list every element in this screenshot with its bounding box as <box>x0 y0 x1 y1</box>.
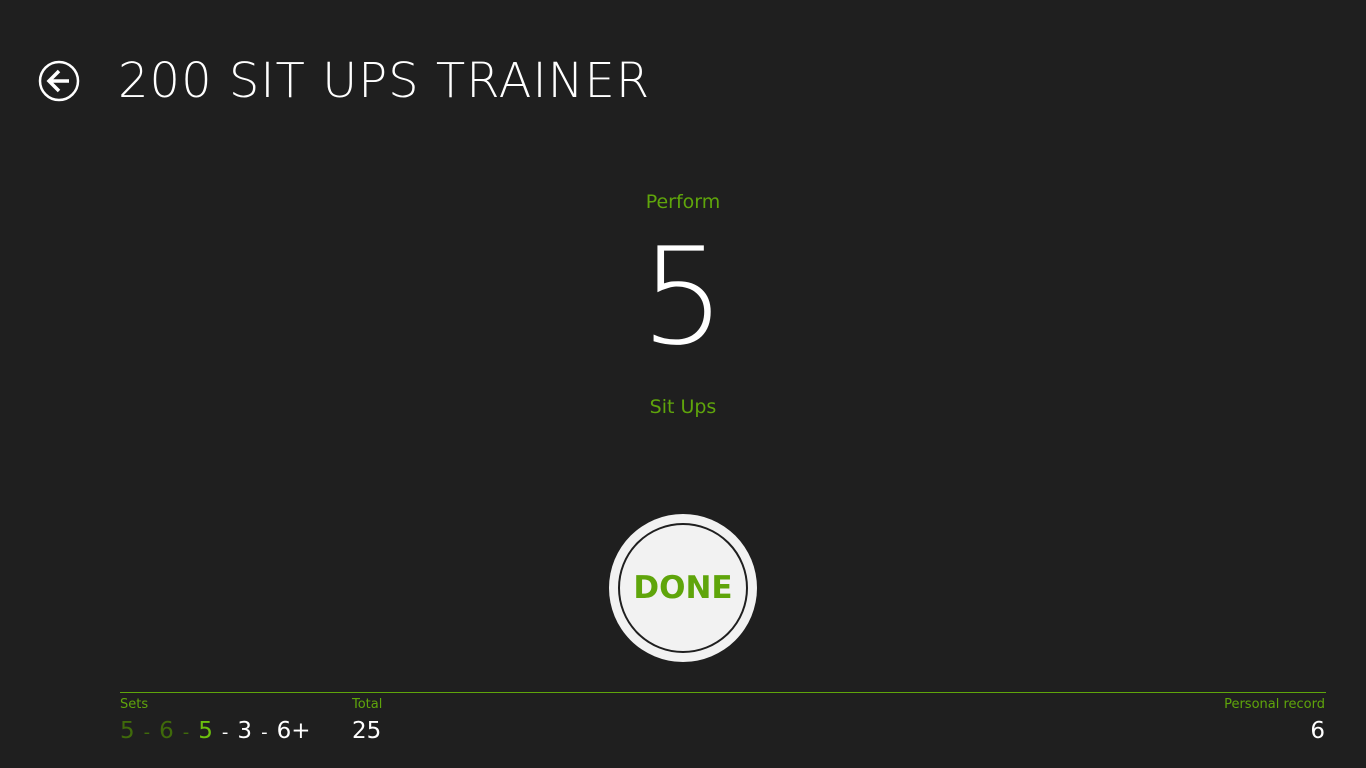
personal-record-value: 6 <box>1310 718 1325 744</box>
set-item-done: 5 <box>120 718 135 744</box>
total-label: Total <box>352 697 383 712</box>
done-button-label: DONE <box>633 570 733 606</box>
exercise-unit-label: Sit Ups <box>649 396 717 418</box>
set-separator: - <box>143 722 151 743</box>
sets-label: Sets <box>120 697 149 712</box>
trainer-page: 200 SIT UPS TRAINER Perform 5 Sit Ups DO… <box>0 0 1366 768</box>
footer-divider <box>120 692 1326 693</box>
sets-sequence: 5-6-5-3-6+ <box>120 715 310 749</box>
perform-label: Perform <box>645 191 721 213</box>
set-item-upcoming: 6+ <box>276 718 311 744</box>
personal-record-label: Personal record <box>1224 697 1325 712</box>
total-value: 25 <box>352 718 382 744</box>
set-separator: - <box>261 722 268 743</box>
back-arrow-icon <box>38 60 80 102</box>
reps-count: 5 <box>640 219 726 375</box>
set-separator: - <box>182 722 190 743</box>
page-title: 200 SIT UPS TRAINER <box>118 53 651 109</box>
back-button[interactable] <box>38 60 80 102</box>
set-separator: - <box>221 722 229 743</box>
set-item-upcoming: 3 <box>237 718 253 744</box>
done-button-ring: DONE <box>618 523 748 653</box>
set-item-current: 5 <box>198 718 213 744</box>
done-button[interactable]: DONE <box>609 514 757 662</box>
set-item-done: 6 <box>159 718 174 744</box>
